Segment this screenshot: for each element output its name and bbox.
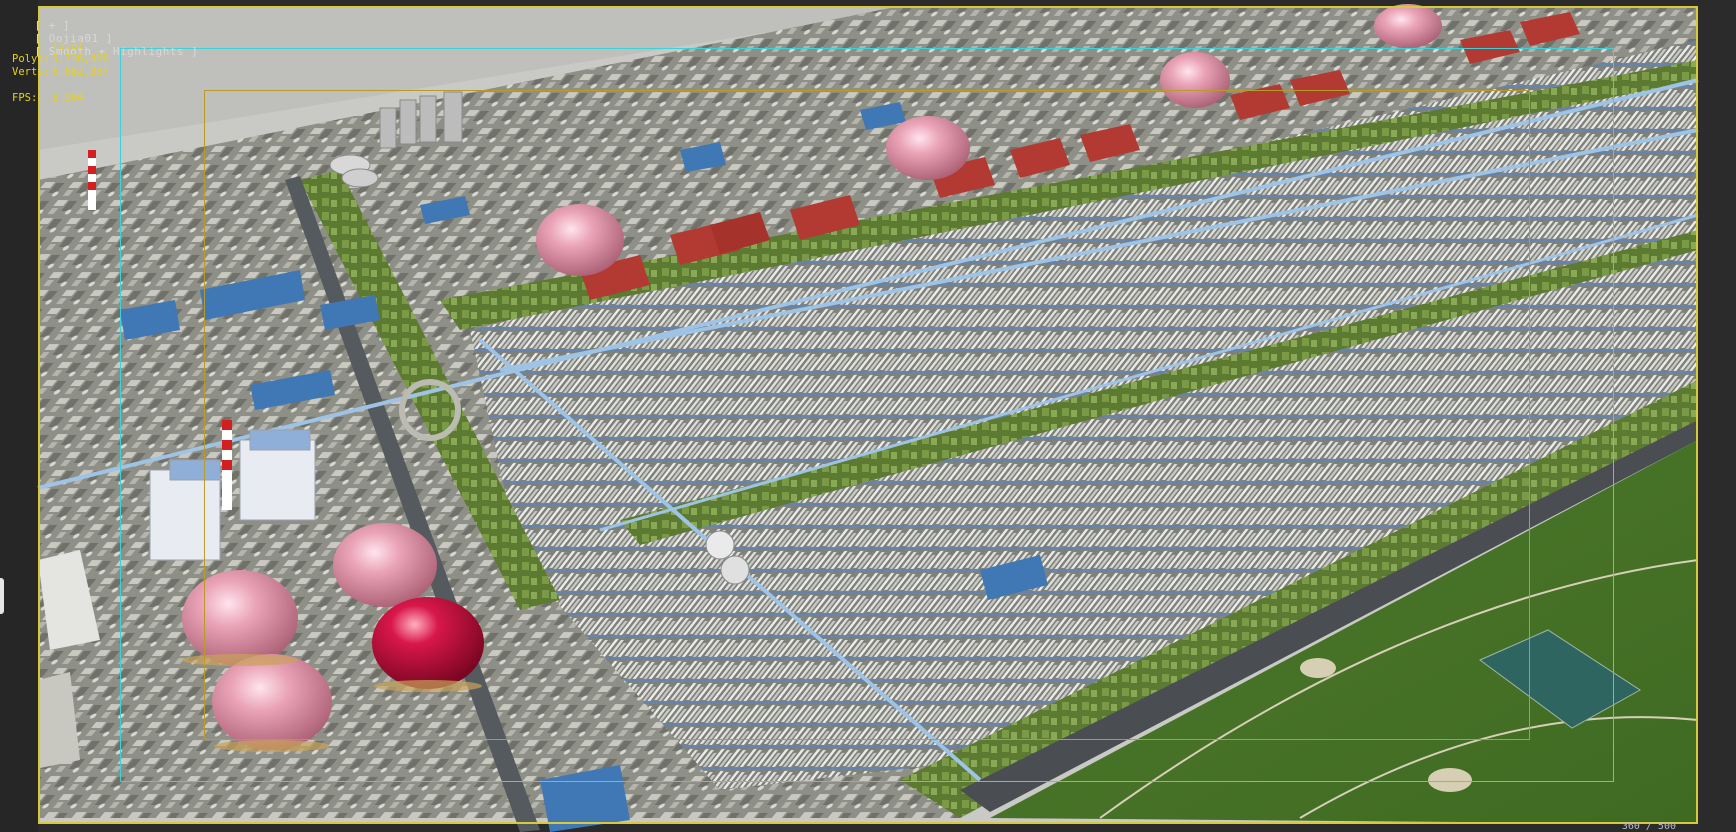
- frame-counter: 360 / 500: [1621, 821, 1676, 832]
- viewport-statistics: Total Polys: 5,736,468 Verts: 6,682,387 …: [12, 40, 109, 105]
- stats-row-fps: FPS: 3.904: [12, 92, 109, 105]
- stats-key: FPS:: [12, 92, 38, 104]
- 3d-viewport[interactable]: [ + ] [ Oojia01 ] [ Smooth + Highlights …: [0, 0, 1736, 832]
- stats-value: 3.904: [52, 92, 84, 104]
- stats-key: Verts:: [12, 66, 50, 78]
- stats-header: Total: [52, 40, 84, 52]
- stats-row-verts: Verts: 6,682,387: [12, 66, 109, 79]
- stats-row-polys: Polys: 5,736,468: [12, 53, 109, 66]
- viewport-menu-icon[interactable]: [ + ]: [33, 19, 73, 32]
- stats-value: 5,736,468: [52, 53, 109, 65]
- stats-key: Polys:: [12, 53, 50, 65]
- stats-value: 6,682,387: [52, 66, 109, 78]
- industrial-park-render[interactable]: [0, 0, 1736, 832]
